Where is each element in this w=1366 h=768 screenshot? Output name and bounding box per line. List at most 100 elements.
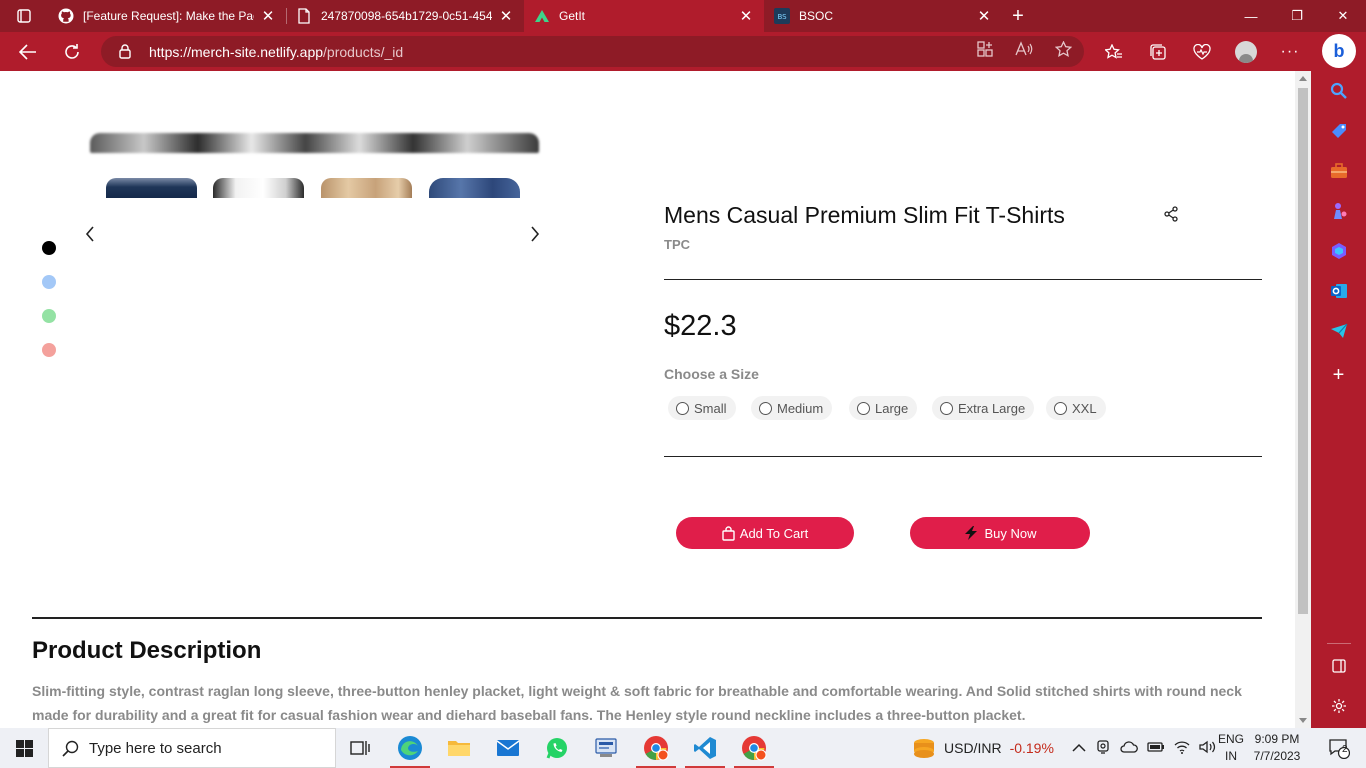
share-button[interactable]: [1163, 206, 1181, 224]
search-icon: [1330, 82, 1347, 99]
taskbar-vscode[interactable]: [681, 728, 729, 768]
sidebar-outlook-button[interactable]: [1311, 279, 1366, 303]
scroll-down-arrow[interactable]: [1299, 718, 1307, 723]
tab-bsoc[interactable]: BS BSOC ✕: [764, 0, 1002, 32]
chevron-up-icon[interactable]: [1072, 741, 1086, 756]
gallery-prev-button[interactable]: [80, 223, 100, 245]
sidebar-games-button[interactable]: [1311, 199, 1366, 223]
radio-button[interactable]: [759, 401, 772, 415]
sidebar-shopping-button[interactable]: [1311, 119, 1366, 143]
close-icon[interactable]: ✕: [738, 8, 754, 25]
cloud-icon[interactable]: [1120, 740, 1138, 756]
wifi-icon[interactable]: [1174, 740, 1190, 757]
buy-now-label: Buy Now: [984, 525, 1037, 541]
url-text: https://merch-site.netlify.app/products/…: [149, 44, 403, 60]
close-icon[interactable]: ✕: [260, 8, 276, 25]
meet-now-icon[interactable]: [1095, 739, 1111, 758]
product-thumbnail[interactable]: [106, 178, 197, 198]
refresh-button[interactable]: [50, 32, 94, 71]
ticker-label: USD/INR: [944, 740, 1002, 756]
chevron-left-icon: [85, 226, 94, 242]
read-aloud-icon[interactable]: [1015, 41, 1033, 62]
add-to-cart-button[interactable]: Add To Cart: [676, 517, 854, 549]
taskbar-edge[interactable]: [386, 728, 434, 768]
lock-icon[interactable]: [101, 44, 149, 59]
size-option-xxl[interactable]: XXL: [1046, 396, 1106, 420]
description-heading: Product Description: [32, 637, 262, 664]
browser-essentials-button[interactable]: [1180, 32, 1224, 71]
clock-time: 9:09 PM: [1254, 732, 1300, 746]
close-window-button[interactable]: ✕: [1320, 0, 1366, 32]
product-thumbnail[interactable]: [213, 178, 304, 198]
taskbar-control-panel[interactable]: [582, 728, 630, 768]
app-available-icon[interactable]: [977, 41, 993, 62]
input-language[interactable]: ENG IN: [1214, 731, 1248, 765]
ticker-change: -0.19%: [1009, 740, 1054, 756]
page-scrollbar[interactable]: [1295, 71, 1311, 728]
gallery-next-button[interactable]: [525, 223, 545, 245]
gear-icon: [1331, 699, 1346, 713]
tab-title: BSOC: [799, 9, 834, 23]
size-option-medium[interactable]: Medium: [751, 396, 833, 420]
taskbar-chrome[interactable]: [632, 728, 680, 768]
sidebar-hide-button[interactable]: [1311, 654, 1366, 678]
close-icon[interactable]: ✕: [498, 8, 514, 25]
size-option-extra-large[interactable]: Extra Large: [932, 396, 1035, 420]
address-bar-actions: [977, 36, 1073, 67]
sidebar-drop-button[interactable]: [1311, 319, 1366, 343]
scroll-up-arrow[interactable]: [1299, 76, 1307, 81]
radio-button[interactable]: [940, 401, 953, 415]
sidebar-tools-button[interactable]: [1311, 159, 1366, 183]
notification-center-button[interactable]: 2: [1318, 728, 1360, 768]
size-option-small[interactable]: Small: [668, 396, 736, 420]
radio-button[interactable]: [857, 401, 870, 415]
window-controls: — ❐ ✕: [1228, 0, 1366, 32]
restore-button[interactable]: ❐: [1274, 0, 1320, 32]
favorite-star-icon[interactable]: [1054, 40, 1073, 62]
tab-github-feature-request[interactable]: [Feature Request]: Make the Page ✕: [48, 0, 286, 32]
color-swatch-green[interactable]: [42, 309, 56, 323]
start-button[interactable]: [0, 728, 48, 768]
close-icon[interactable]: ✕: [976, 8, 992, 25]
sidebar-add-button[interactable]: +: [1311, 363, 1366, 387]
taskbar-search-box[interactable]: Type here to search: [48, 728, 336, 768]
product-page: Mens Casual Premium Slim Fit T-Shirts TP…: [0, 71, 1295, 728]
battery-icon[interactable]: [1147, 741, 1165, 756]
buy-now-button[interactable]: Buy Now: [910, 517, 1090, 549]
new-tab-button[interactable]: +: [1002, 0, 1034, 32]
edge-sidebar: +: [1311, 71, 1366, 728]
tab-getit[interactable]: GetIt ✕: [524, 0, 764, 32]
collections-button[interactable]: [1136, 32, 1180, 71]
back-button[interactable]: [6, 32, 50, 71]
taskbar-chrome-profile[interactable]: [730, 728, 778, 768]
tab-actions-button[interactable]: [0, 0, 48, 32]
radio-button[interactable]: [676, 401, 689, 415]
color-swatch-black[interactable]: [42, 241, 56, 255]
address-bar[interactable]: https://merch-site.netlify.app/products/…: [101, 36, 1084, 67]
scrollbar-thumb[interactable]: [1298, 88, 1308, 614]
tab-title: GetIt: [559, 9, 586, 23]
task-view-button[interactable]: [336, 728, 384, 768]
minimize-button[interactable]: —: [1228, 0, 1274, 32]
sidebar-microsoft365-button[interactable]: [1311, 239, 1366, 263]
taskbar-mail[interactable]: [484, 728, 532, 768]
sidebar-search-button[interactable]: [1311, 79, 1366, 103]
favorites-icon: [1105, 43, 1122, 59]
size-option-large[interactable]: Large: [849, 396, 918, 420]
color-swatch-blue[interactable]: [42, 275, 56, 289]
taskbar-whatsapp[interactable]: [533, 728, 581, 768]
profile-button[interactable]: [1224, 32, 1268, 71]
url-host: https://merch-site.netlify.app: [149, 43, 324, 60]
color-swatch-red[interactable]: [42, 343, 56, 357]
clock[interactable]: 9:09 PM 7/7/2023: [1252, 731, 1302, 765]
bing-chat-button[interactable]: b: [1322, 34, 1356, 68]
tab-image-file[interactable]: 247870098-654b1729-0c51-4544 ✕: [286, 0, 524, 32]
taskbar-file-explorer[interactable]: [435, 728, 483, 768]
sidebar-settings-button[interactable]: [1311, 694, 1366, 718]
favorites-button[interactable]: [1092, 32, 1136, 71]
currency-widget[interactable]: USD/INR -0.19%: [912, 728, 1054, 768]
settings-more-button[interactable]: ···: [1268, 32, 1312, 71]
product-thumbnail[interactable]: [321, 178, 412, 198]
product-thumbnail[interactable]: [429, 178, 520, 198]
radio-button[interactable]: [1054, 401, 1067, 415]
